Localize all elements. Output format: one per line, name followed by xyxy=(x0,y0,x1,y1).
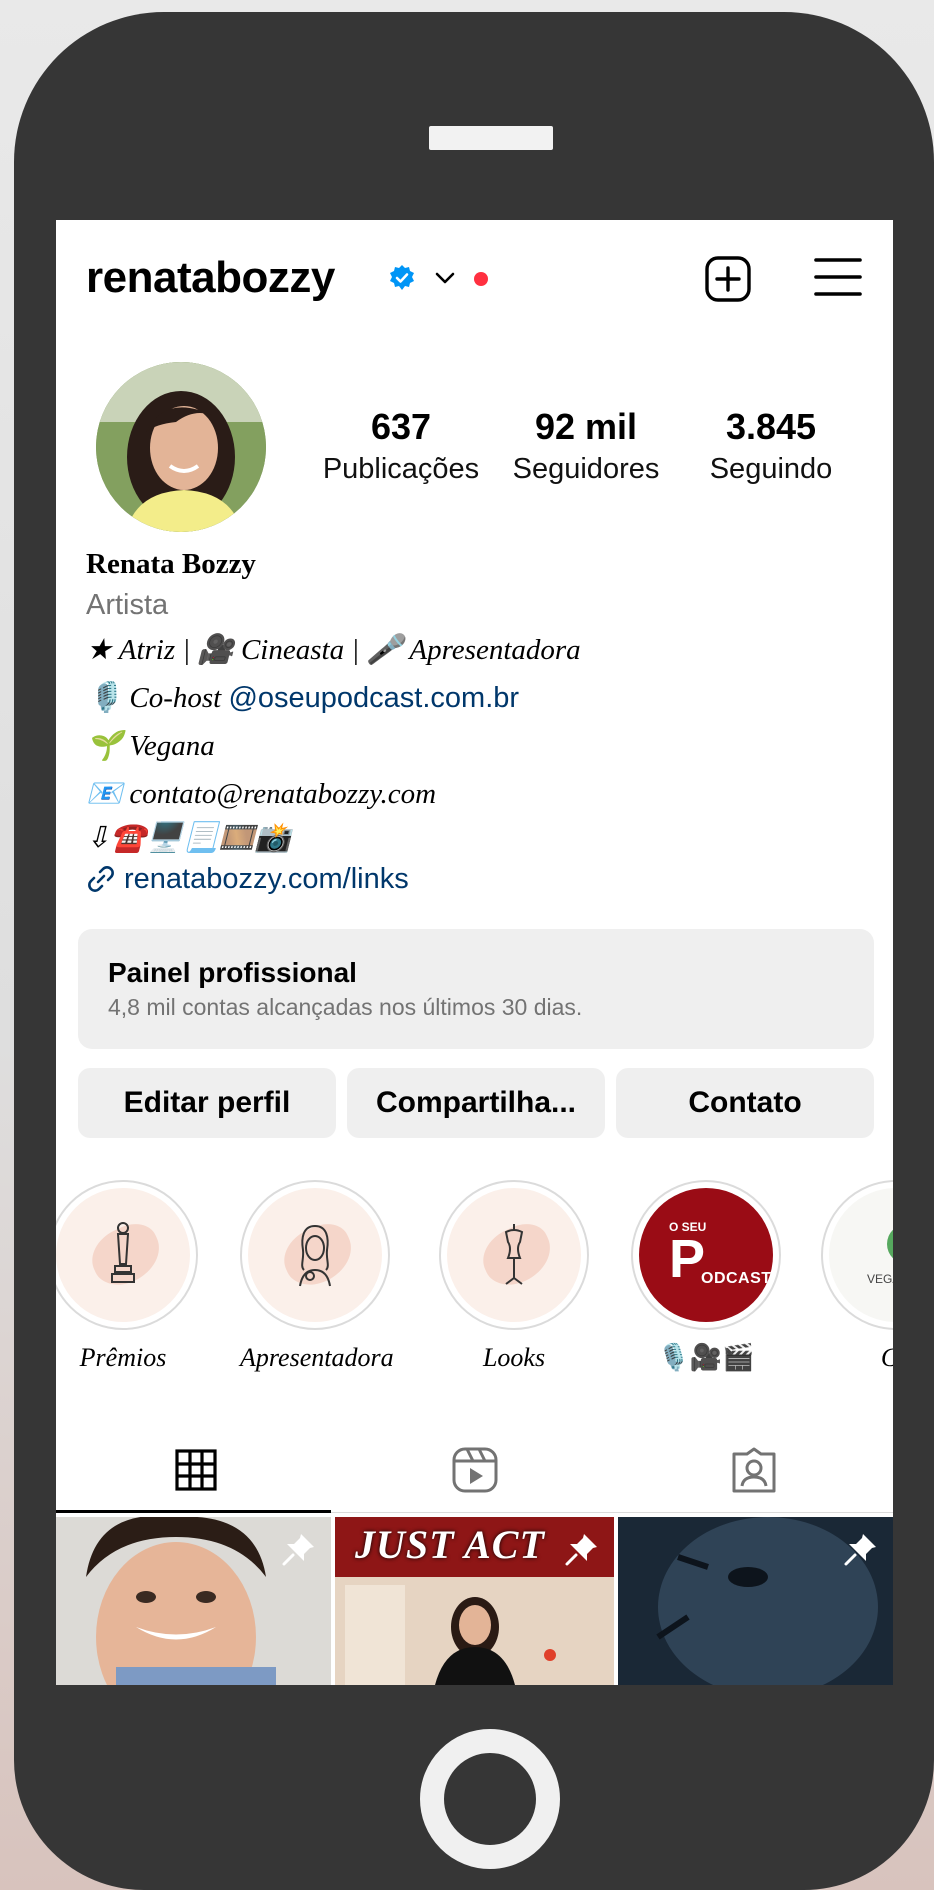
highlight-podcast[interactable]: O SEU P ODCAST 🎙️🎥🎬 xyxy=(631,1180,781,1378)
tab-grid[interactable] xyxy=(56,1425,335,1515)
profile-actions: Editar perfil Compartilha... Contato xyxy=(78,1068,874,1138)
phone-speaker xyxy=(429,126,553,150)
username[interactable]: renatabozzy xyxy=(86,248,335,308)
grid-icon xyxy=(174,1449,217,1491)
panel-subtitle: 4,8 mil contas alcançadas nos últimos 30… xyxy=(108,994,583,1020)
panel-title: Painel profissional xyxy=(108,957,357,988)
pin-icon xyxy=(565,1534,597,1566)
highlight-vegan[interactable]: VEGA Co xyxy=(821,1180,893,1378)
stat-value: 637 xyxy=(370,406,432,447)
stat-label: Seguindo xyxy=(709,453,833,485)
share-profile-button[interactable]: Compartilha... xyxy=(347,1068,605,1138)
stat-following[interactable]: 3.845 Seguindo xyxy=(676,405,866,489)
highlight-label: Looks xyxy=(482,1343,546,1372)
reels-icon xyxy=(452,1447,497,1493)
pin-icon xyxy=(282,1534,314,1566)
highlight-ring xyxy=(439,1180,589,1330)
notification-dot xyxy=(474,272,488,286)
tagged-user-icon xyxy=(732,1447,775,1493)
story-highlights: Prêmios Apresentadora Looks O SEU P ODCA… xyxy=(56,1180,893,1380)
highlight-label: Co xyxy=(821,1338,893,1378)
post-thumbnail[interactable] xyxy=(618,1517,893,1685)
tab-reels[interactable] xyxy=(335,1425,614,1515)
home-button[interactable] xyxy=(420,1729,560,1869)
highlight-ring: O SEU P ODCAST xyxy=(631,1180,781,1330)
category-label: Artista xyxy=(86,589,169,621)
stat-label: Seguidores xyxy=(512,453,660,485)
hamburger-menu-icon[interactable] xyxy=(813,254,863,300)
highlight-ring xyxy=(56,1180,198,1330)
podcast-cover-letter: P xyxy=(669,1229,706,1289)
stat-value: 3.845 xyxy=(725,406,817,447)
vegan-cover-text: VEGA xyxy=(867,1272,893,1286)
highlight-label: 🎙️🎥🎬 xyxy=(657,1343,755,1372)
bio-line-cohost: 🎙️ Co-host @oseupodcast.com.br xyxy=(86,674,866,722)
tab-tagged[interactable] xyxy=(614,1425,893,1515)
profile-photo xyxy=(96,362,266,532)
stat-posts[interactable]: 637 Publicações xyxy=(306,405,496,489)
bio-website-text: renatabozzy.com/links xyxy=(124,863,409,895)
avatar[interactable] xyxy=(96,362,266,532)
profile-bio: Renata Bozzy Artista ★ Atriz | 🎥 Cineast… xyxy=(86,544,866,900)
bio-line-vegan: 🌱 Vegana xyxy=(86,730,215,762)
vegan-cover: VEGA xyxy=(829,1188,893,1322)
link-icon xyxy=(88,866,114,892)
professional-dashboard-panel[interactable]: Painel profissional 4,8 mil contas alcan… xyxy=(78,929,874,1049)
highlight-apresentadora[interactable]: Apresentadora xyxy=(240,1180,394,1378)
post-thumbnail[interactable] xyxy=(56,1517,331,1685)
highlight-premios[interactable]: Prêmios xyxy=(56,1180,198,1378)
profile-header: renatabozzy xyxy=(86,248,863,308)
trophy-icon xyxy=(111,1222,135,1283)
bio-line-email: 📧 contato@renatabozzy.com xyxy=(86,778,437,810)
bio-line-emojis: ⇩☎️🖥️📃🎞️📸 xyxy=(86,822,291,854)
leaf-icon xyxy=(887,1224,893,1264)
presenter-icon xyxy=(299,1225,331,1287)
highlight-label: Apresentadora xyxy=(240,1343,394,1372)
create-post-icon[interactable] xyxy=(703,254,753,304)
profile-tabs xyxy=(56,1425,893,1515)
highlight-cover xyxy=(248,1188,382,1322)
profile-stats: 637 Publicações 92 mil Seguidores 3.845 … xyxy=(306,405,866,495)
active-tab-indicator xyxy=(56,1510,331,1513)
post-grid: JUST ACT xyxy=(56,1517,893,1685)
pin-icon xyxy=(844,1534,876,1566)
bio-cohost-prefix: 🎙️ Co-host xyxy=(86,682,229,714)
stat-value: 92 mil xyxy=(534,406,638,447)
contact-button[interactable]: Contato xyxy=(616,1068,874,1138)
bio-line-roles: ★ Atriz | 🎥 Cineasta | 🎤 Apresentadora xyxy=(86,634,581,666)
highlight-looks[interactable]: Looks xyxy=(439,1180,589,1378)
post-overlay-text: JUST ACT xyxy=(355,1522,545,1567)
highlight-label: Prêmios xyxy=(79,1343,167,1372)
podcast-cover: O SEU P ODCAST xyxy=(639,1188,773,1322)
highlight-cover xyxy=(447,1188,581,1322)
stat-label: Publicações xyxy=(322,453,480,485)
dress-form-icon xyxy=(504,1224,524,1285)
verified-badge-icon xyxy=(390,265,414,290)
edit-profile-button[interactable]: Editar perfil xyxy=(78,1068,336,1138)
highlight-cover xyxy=(56,1188,190,1322)
podcast-mention-link[interactable]: @oseupodcast.com.br xyxy=(228,682,519,714)
highlight-ring: VEGA xyxy=(821,1180,893,1330)
display-name: Renata Bozzy xyxy=(86,548,256,580)
bio-website-link[interactable]: renatabozzy.com/links xyxy=(86,858,866,900)
highlight-ring xyxy=(240,1180,390,1330)
stat-followers[interactable]: 92 mil Seguidores xyxy=(491,405,681,489)
podcast-cover-word: ODCAST xyxy=(701,1270,772,1287)
instagram-profile-screen: renatabozzy 637 Publicações 92 mil Segui… xyxy=(56,220,893,1685)
chevron-down-icon[interactable] xyxy=(434,268,456,288)
post-thumbnail[interactable]: JUST ACT xyxy=(335,1517,614,1685)
